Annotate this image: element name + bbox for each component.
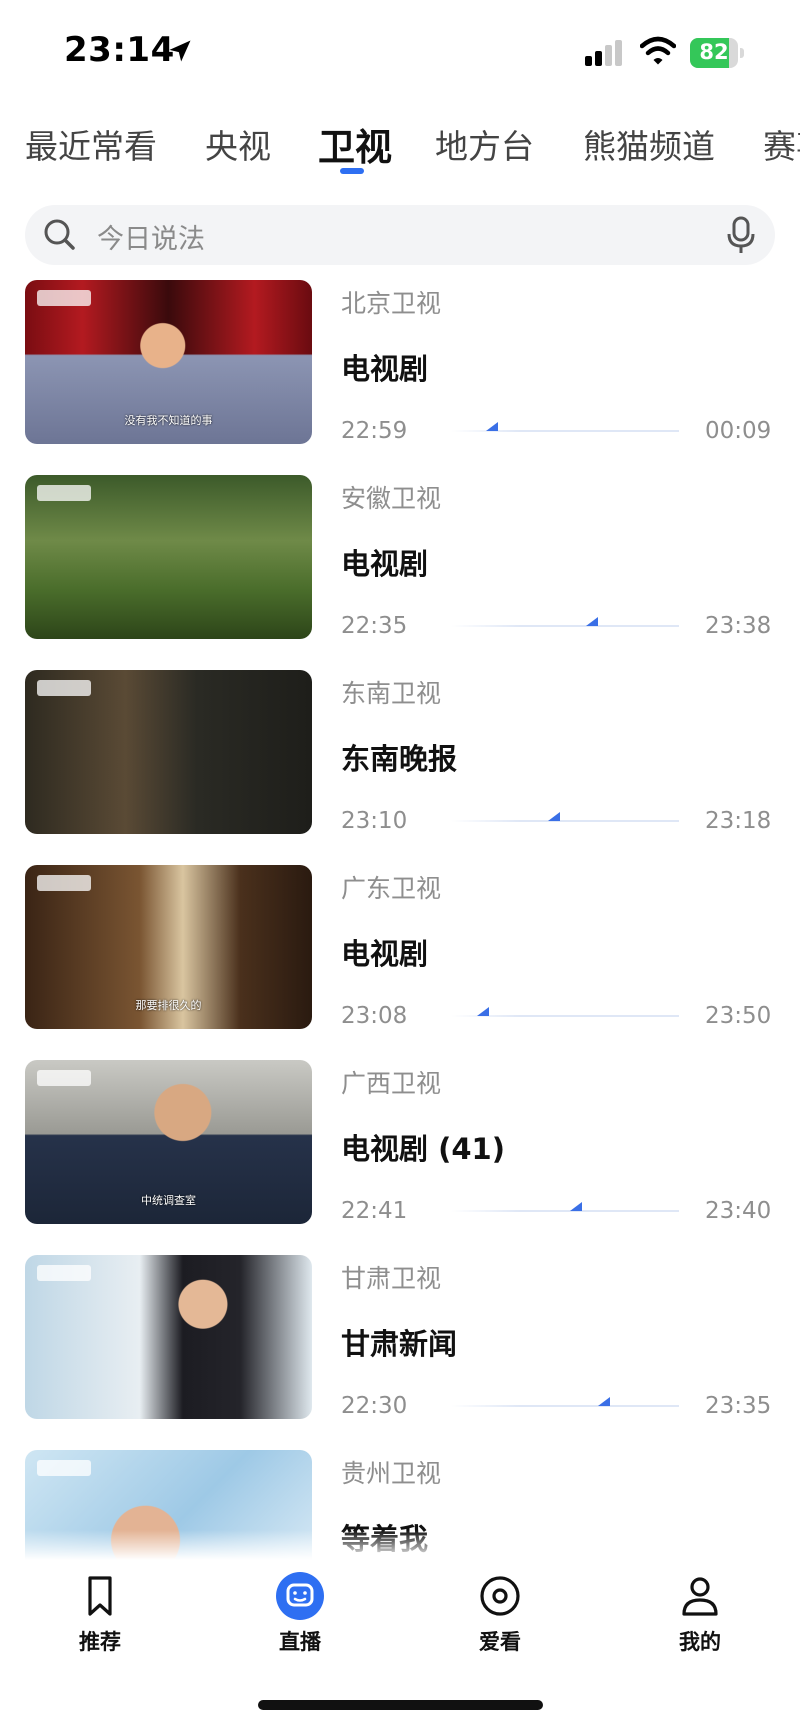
search-input[interactable]: 今日说法 [97, 217, 205, 256]
end-time: 00:09 [705, 418, 772, 444]
program-title: 电视剧 [341, 352, 429, 386]
progress-marker [586, 617, 598, 626]
end-time: 23:35 [705, 1393, 772, 1419]
program-title: 电视剧 [341, 937, 429, 971]
channel-name: 贵州卫视 [341, 1459, 442, 1488]
search-icon [44, 219, 75, 250]
progress-marker [548, 812, 560, 821]
channel-row[interactable]: 没有我不知道的事 北京卫视 电视剧 22:59 00:09 [0, 280, 800, 445]
program-title: 电视剧 [341, 547, 429, 581]
channel-row[interactable]: 中统调查室 广西卫视 电视剧 (41) 22:41 23:40 [0, 1060, 800, 1225]
progress-track [451, 812, 679, 822]
end-time: 23:18 [705, 808, 772, 834]
channel-row[interactable]: 东南卫视 东南晚报 23:10 23:18 [0, 670, 800, 835]
active-tab-indicator [340, 168, 364, 174]
nav-label: 推荐 [79, 1630, 121, 1654]
tab-recent[interactable]: 最近常看 [25, 120, 157, 168]
nav-recommend[interactable]: 推荐 [40, 1572, 160, 1656]
channel-logo [37, 875, 91, 891]
thumbnail-caption: 没有我不知道的事 [124, 414, 213, 427]
thumbnail-caption: 中统调查室 [141, 1194, 196, 1207]
channel-logo [37, 1265, 91, 1281]
channel-name: 东南卫视 [341, 679, 442, 708]
end-time: 23:40 [705, 1198, 772, 1224]
program-title: 电视剧 (41) [341, 1132, 505, 1166]
program-title: 甘肃新闻 [341, 1327, 458, 1361]
progress-marker [598, 1397, 610, 1406]
start-time: 23:10 [341, 808, 408, 834]
battery-body: 82 [690, 38, 738, 68]
channel-name: 广西卫视 [341, 1069, 442, 1098]
nav-live[interactable]: 直播 [240, 1572, 360, 1656]
microphone-icon[interactable] [721, 215, 761, 255]
home-indicator [258, 1700, 543, 1710]
end-time: 23:38 [705, 613, 772, 639]
channel-row[interactable]: 甘肃卫视 甘肃新闻 22:30 23:35 [0, 1255, 800, 1420]
battery-percent: 82 [699, 40, 729, 64]
wifi-icon [640, 36, 676, 65]
channel-logo [37, 1460, 91, 1476]
channel-name: 安徽卫视 [341, 484, 442, 513]
channel-logo [37, 485, 91, 501]
channel-thumbnail[interactable] [25, 670, 312, 834]
channel-name: 广东卫视 [341, 874, 442, 903]
channel-thumbnail[interactable]: 中统调查室 [25, 1060, 312, 1224]
channel-logo [37, 680, 91, 696]
nav-label: 爱看 [479, 1630, 521, 1654]
status-time: 23:14 [64, 30, 175, 70]
tab-sports[interactable]: 赛事 [763, 120, 800, 168]
thumbnail-caption: 那要排很久的 [135, 999, 202, 1012]
progress-marker [477, 1007, 489, 1016]
channel-logo [37, 1070, 91, 1086]
channel-thumbnail[interactable] [25, 1255, 312, 1419]
start-time: 22:41 [341, 1198, 408, 1224]
channel-list: 没有我不知道的事 北京卫视 电视剧 22:59 00:09 安徽卫视 电视剧 2… [0, 280, 800, 1560]
channel-name: 北京卫视 [341, 289, 442, 318]
cellular-signal-icon [585, 40, 622, 66]
nav-profile[interactable]: 我的 [640, 1572, 760, 1656]
bookmark-icon [88, 1576, 112, 1616]
progress-track [451, 422, 679, 432]
progress-track [451, 1007, 679, 1017]
person-icon [682, 1577, 718, 1616]
location-arrow-icon [169, 40, 191, 62]
status-bar: 23:14 82 [0, 0, 800, 100]
tab-local[interactable]: 地方台 [435, 120, 534, 168]
nav-label: 直播 [279, 1630, 321, 1654]
channel-row[interactable]: 安徽卫视 电视剧 22:35 23:38 [0, 475, 800, 640]
nav-label: 我的 [679, 1630, 721, 1654]
start-time: 22:59 [341, 418, 408, 444]
progress-track [451, 1397, 679, 1407]
channel-logo [37, 290, 91, 306]
channel-thumbnail[interactable]: 那要排很久的 [25, 865, 312, 1029]
start-time: 23:08 [341, 1003, 408, 1029]
category-tabs: 最近常看 央视 卫视 地方台 熊猫频道 赛事 [0, 110, 800, 180]
program-title: 东南晚报 [341, 742, 458, 776]
start-time: 22:35 [341, 613, 408, 639]
progress-marker [570, 1202, 582, 1211]
search-bar[interactable]: 今日说法 [25, 205, 775, 265]
channel-thumbnail[interactable]: 没有我不知道的事 [25, 280, 312, 444]
tab-satellite[interactable]: 卫视 [318, 117, 392, 171]
channel-thumbnail[interactable] [25, 475, 312, 639]
nav-favorites[interactable]: 爱看 [440, 1572, 560, 1656]
tv-face-icon [276, 1572, 324, 1620]
progress-track [451, 1202, 679, 1212]
target-icon [480, 1576, 520, 1616]
battery-indicator: 82 [690, 38, 746, 68]
battery-tip [740, 48, 744, 58]
end-time: 23:50 [705, 1003, 772, 1029]
progress-marker [486, 422, 498, 431]
channel-row[interactable]: 那要排很久的 广东卫视 电视剧 23:08 23:50 [0, 865, 800, 1030]
list-fade [0, 1530, 800, 1560]
start-time: 22:30 [341, 1393, 408, 1419]
tab-panda[interactable]: 熊猫频道 [583, 120, 715, 168]
progress-track [451, 617, 679, 627]
channel-name: 甘肃卫视 [341, 1264, 442, 1293]
tab-cctv[interactable]: 央视 [205, 120, 271, 168]
